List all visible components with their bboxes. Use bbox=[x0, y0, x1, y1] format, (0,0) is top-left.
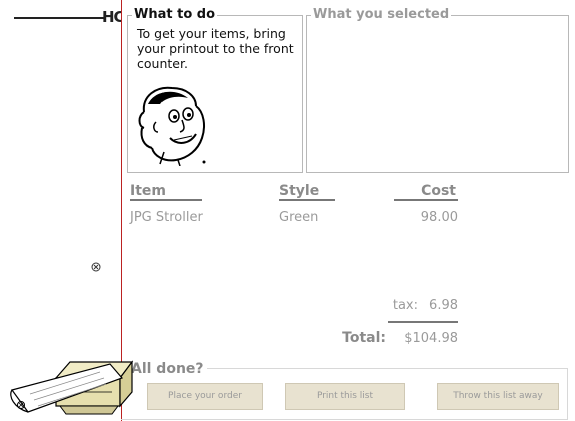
row-item: JPG Stroller bbox=[130, 210, 203, 225]
row-cost: 98.00 bbox=[420, 210, 458, 225]
total-value: $104.98 bbox=[404, 331, 458, 346]
printer-icon bbox=[10, 360, 134, 415]
what-you-selected-panel: What you selected bbox=[306, 7, 569, 173]
header-item: Item bbox=[130, 183, 166, 199]
circle-x-icon[interactable] bbox=[91, 262, 101, 272]
clipped-heading: HC bbox=[102, 8, 122, 26]
tax-label: tax: bbox=[392, 298, 418, 313]
instructions-text: To get your items, bring your printout t… bbox=[137, 26, 294, 71]
what-you-selected-legend: What you selected bbox=[311, 7, 452, 23]
tax-value: 6.98 bbox=[429, 298, 458, 313]
cartoon-face-icon bbox=[138, 86, 206, 166]
total-label: Total: bbox=[342, 330, 386, 346]
left-divider-line bbox=[14, 17, 106, 19]
row-style: Green bbox=[279, 210, 319, 225]
print-list-button[interactable]: Print this list bbox=[285, 383, 405, 410]
header-item-underline bbox=[130, 199, 202, 201]
header-style-underline bbox=[279, 199, 335, 201]
header-cost: Cost bbox=[421, 183, 456, 199]
what-to-do-panel: What to do To get your items, bring your… bbox=[127, 7, 303, 173]
what-to-do-legend: What to do bbox=[132, 7, 218, 23]
header-cost-underline bbox=[394, 199, 458, 201]
place-order-button[interactable]: Place your order bbox=[147, 383, 263, 410]
total-divider bbox=[388, 321, 458, 323]
throw-list-away-button[interactable]: Throw this list away bbox=[437, 383, 559, 410]
header-style: Style bbox=[279, 183, 320, 199]
